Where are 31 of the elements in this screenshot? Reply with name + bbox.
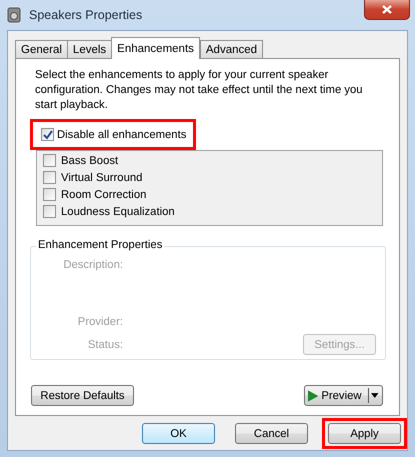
tab[interactable]: General: [15, 40, 68, 59]
checkbox-label: Bass Boost: [61, 154, 118, 166]
checkbox[interactable]: [43, 154, 56, 167]
tab[interactable]: Enhancements: [111, 37, 200, 59]
dialog-button[interactable]: OK: [142, 423, 215, 444]
dropdown-arrow-icon: [371, 393, 379, 398]
speaker-icon: [7, 7, 21, 23]
checkbox[interactable]: [43, 188, 56, 201]
check-mark-icon: [42, 130, 52, 140]
field-label: Status:: [88, 339, 123, 351]
restore-defaults-button[interactable]: Restore Defaults: [31, 385, 134, 406]
group-title: Enhancement Properties: [36, 239, 164, 251]
field-label: Description:: [63, 259, 123, 271]
checkbox-label: Room Correction: [61, 188, 146, 200]
checkbox-label: Loudness Equalization: [61, 206, 175, 218]
tab[interactable]: Levels: [66, 40, 112, 59]
checkbox[interactable]: [43, 171, 56, 184]
checkbox-label: Virtual Surround: [61, 172, 142, 184]
dialog-button[interactable]: Apply: [328, 423, 401, 444]
play-icon: [308, 390, 318, 402]
close-button[interactable]: [364, 0, 410, 20]
instructions-text: Select the enhancements to apply for your current speaker configuration. Changes may not take effect until the next time you start playback.: [35, 68, 364, 113]
close-icon: [382, 5, 392, 14]
checkbox[interactable]: [41, 128, 54, 141]
checkbox[interactable]: [43, 205, 56, 218]
checkbox-label: Disable all enhancements: [57, 128, 186, 140]
dialog-button[interactable]: Cancel: [235, 423, 308, 444]
tab[interactable]: Advanced: [200, 40, 264, 59]
field-label: Provider:: [78, 316, 123, 328]
window-title: Speakers Properties: [29, 8, 142, 22]
preview-button[interactable]: Preview: [304, 385, 383, 406]
